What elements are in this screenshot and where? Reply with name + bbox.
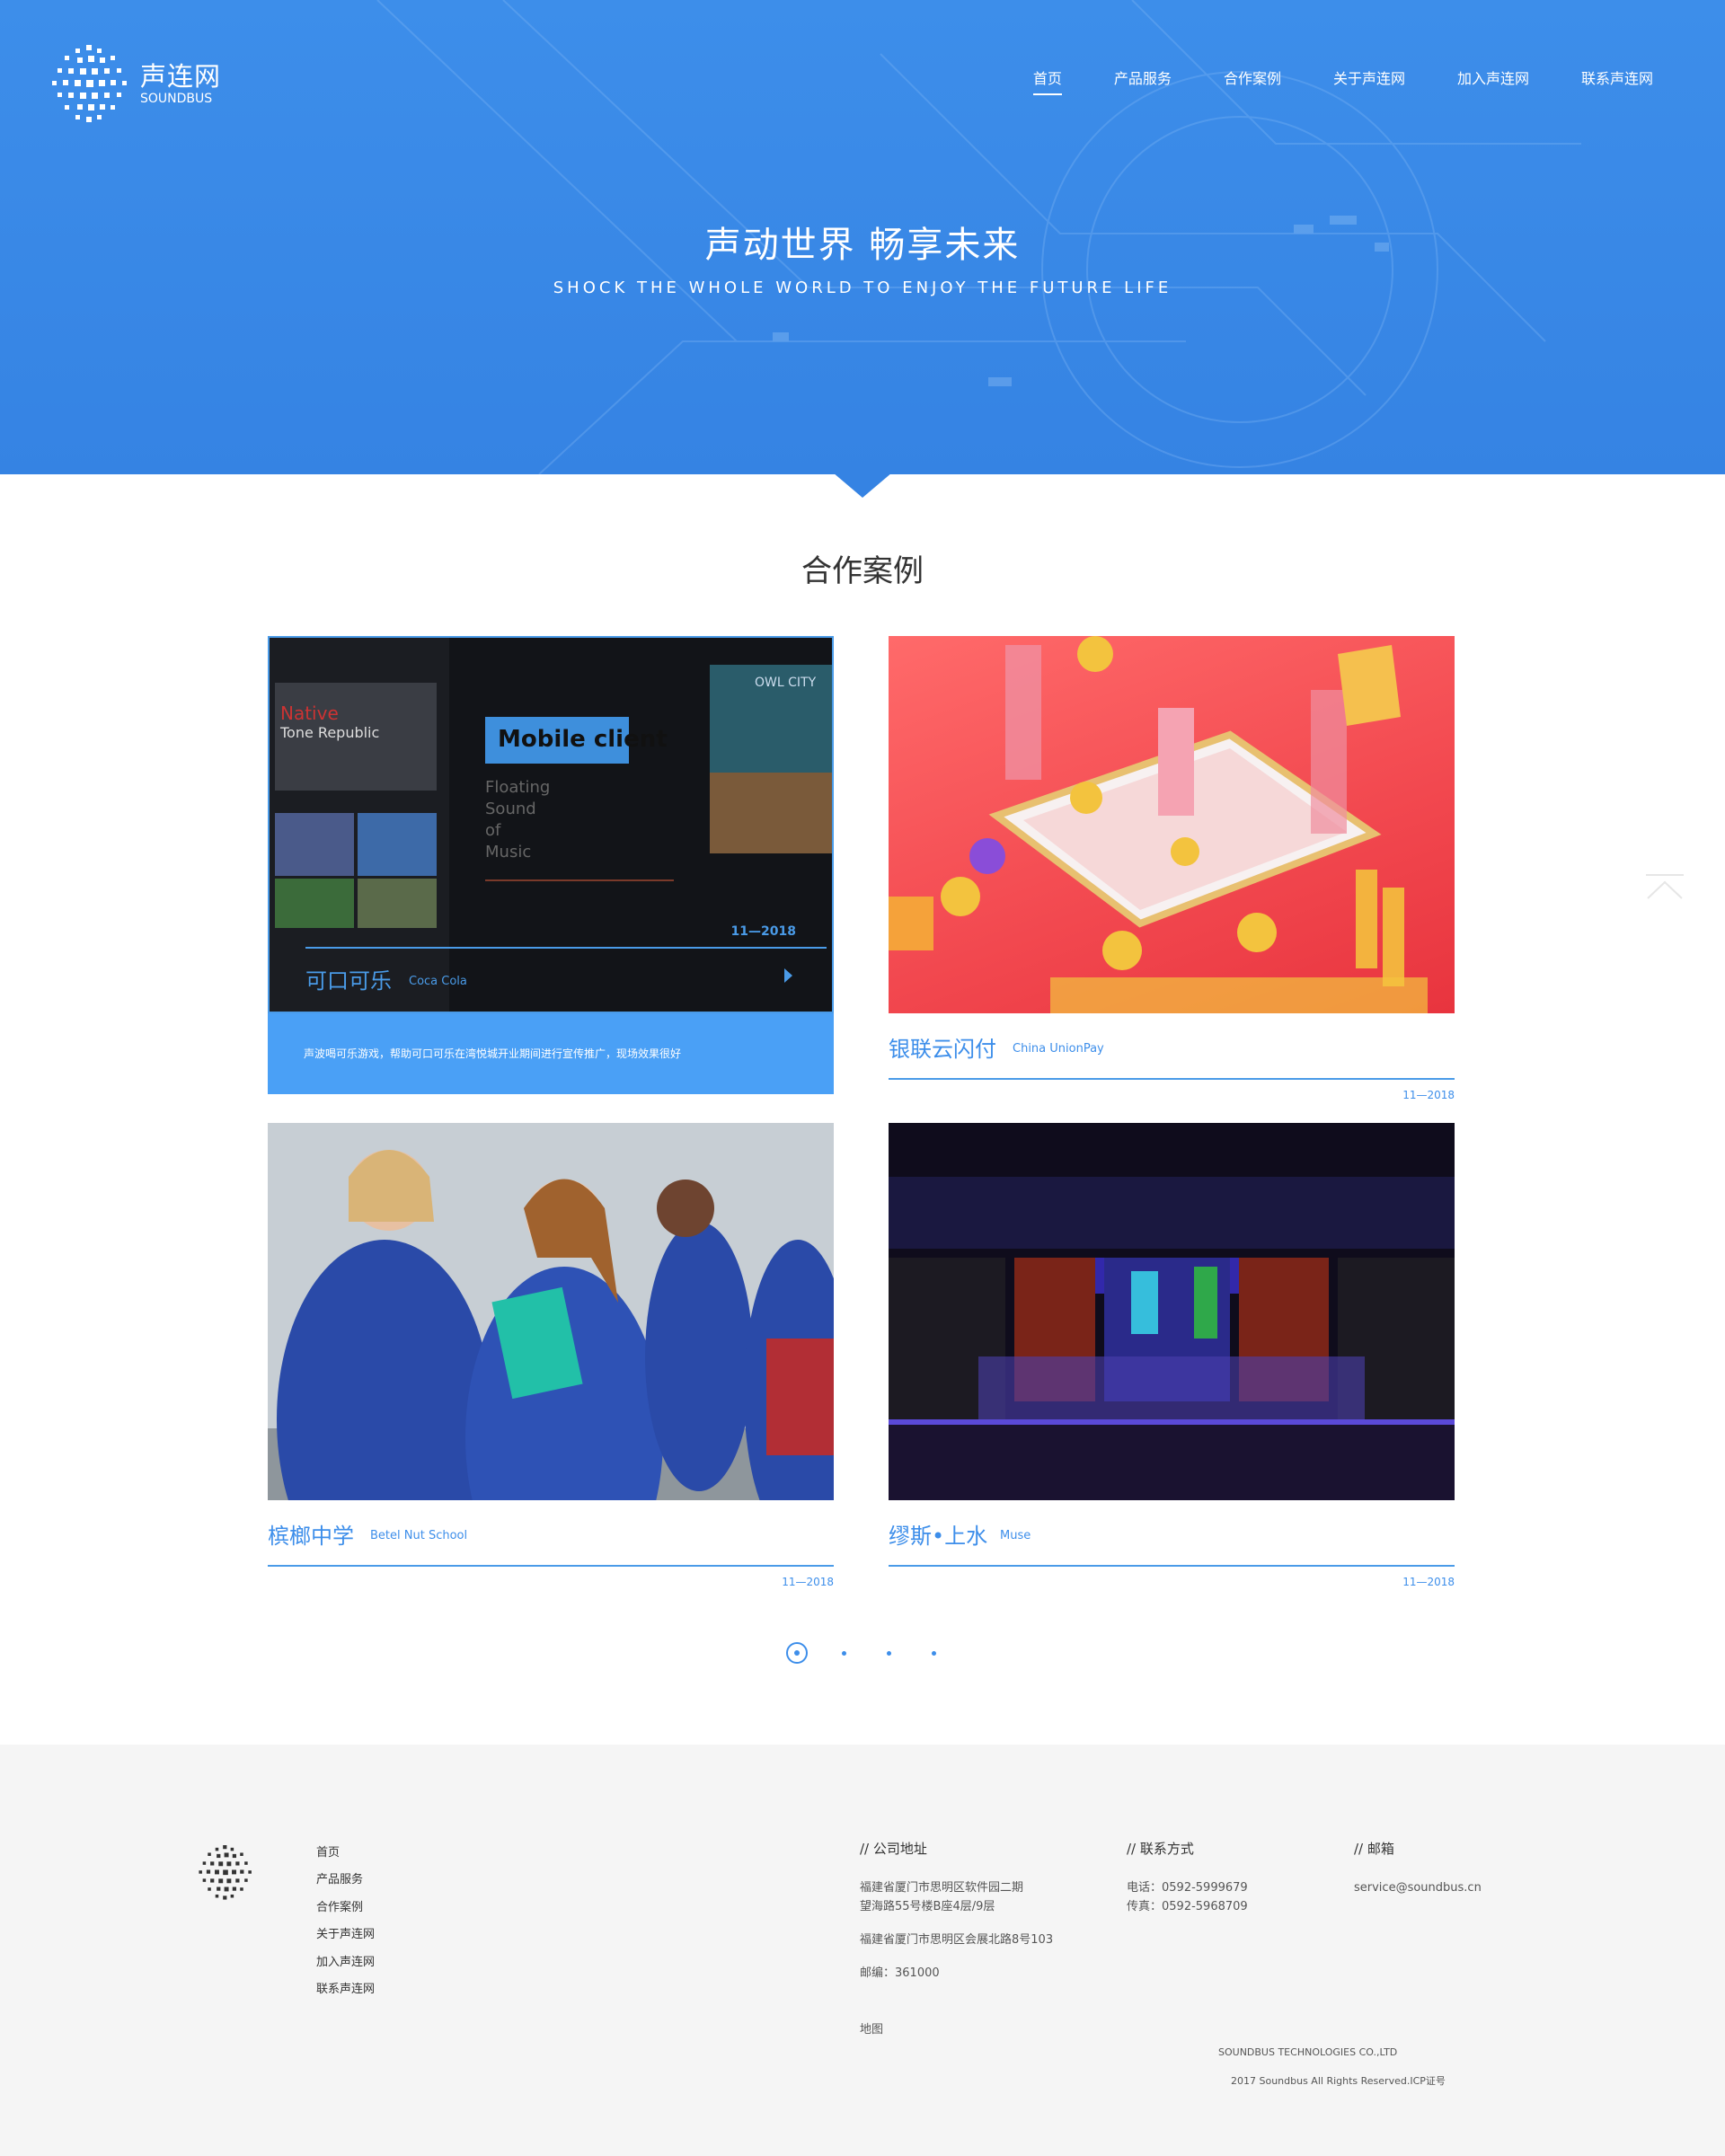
- pagination-dot-1[interactable]: [786, 1642, 808, 1664]
- hero-pointer-arrow: [833, 473, 892, 498]
- nav-item-cases[interactable]: 合作案例: [1224, 66, 1281, 88]
- footer-contact-heading: // 联系方式: [1127, 1841, 1194, 1857]
- postcode: 邮编：361000: [860, 1966, 940, 1980]
- footer-email-heading: // 邮箱: [1354, 1841, 1394, 1857]
- bar-photo-illustration: [889, 1123, 1455, 1500]
- phone-number: 电话：0592-5999679: [1127, 1881, 1248, 1895]
- students-photo-illustration: [268, 1123, 834, 1500]
- copyright: 2017 Soundbus All Rights Reserved.ICP证号: [1231, 2075, 1446, 2087]
- isometric-phone-illustration: [889, 636, 1428, 1013]
- email-address[interactable]: service@soundbus.cn: [1354, 1878, 1482, 1897]
- soundbus-logo-icon: [52, 45, 127, 122]
- case-image-school: [268, 1123, 834, 1500]
- case-description: 声波喝可乐游戏，帮助可口可乐在湾悦城开业期间进行宣传推广，现场效果很好: [268, 1013, 834, 1094]
- case-caption: 银联云闪付 China UnionPay 11—2018: [889, 1013, 1455, 1101]
- main-nav: 首页 产品服务 合作案例 关于声连网 加入声连网 联系声连网: [981, 66, 1653, 95]
- case-name-en: Muse: [1000, 1529, 1031, 1542]
- owl-city-title: OWL CITY: [755, 676, 817, 690]
- mobile-client-illustration: [270, 638, 832, 1012]
- case-name-cn: 槟榔中学: [268, 1524, 354, 1549]
- app-subtitle: Tone Republic: [280, 724, 380, 741]
- floating-text: Floating Sound of Music: [485, 778, 551, 862]
- case-name-en: China UnionPay: [1013, 1042, 1104, 1056]
- nav-item-join[interactable]: 加入声连网: [1457, 66, 1529, 88]
- case-card-betel-nut-school[interactable]: 槟榔中学 Betel Nut School 11—2018: [268, 1123, 834, 1588]
- hero-banner: 声连网 SOUNDBUS 首页 产品服务 合作案例 关于声连网 加入声连网 联系…: [0, 0, 1725, 474]
- footer-nav: 首页 产品服务 合作案例 关于声连网 加入声连网 联系声连网: [316, 1840, 375, 2003]
- case-image-coca-cola: Mobile client Floating Sound of Music Na…: [268, 636, 834, 1013]
- back-to-top-button[interactable]: [1644, 873, 1685, 902]
- case-image-unionpay: [889, 636, 1455, 1013]
- case-card-coca-cola[interactable]: Mobile client Floating Sound of Music Na…: [268, 636, 834, 1094]
- case-caption: 缪斯•上水 Muse 11—2018: [889, 1500, 1455, 1588]
- pagination-dot-3[interactable]: [887, 1650, 891, 1656]
- case-image-muse-bar: [889, 1123, 1455, 1500]
- mobile-client-label: Mobile client: [498, 726, 668, 753]
- case-name-en: Coca Cola: [409, 975, 467, 988]
- map-link[interactable]: 地图: [860, 2019, 883, 2037]
- address-line-1: 福建省厦门市思明区软件园二期: [860, 1881, 1024, 1895]
- footer-link-products[interactable]: 产品服务: [316, 1867, 375, 1894]
- soundbus-logo-icon: [199, 1845, 252, 1900]
- footer-logo[interactable]: [198, 1845, 253, 1904]
- case-date: 11—2018: [782, 1576, 834, 1588]
- nav-item-products[interactable]: 产品服务: [1114, 66, 1172, 88]
- arrow-right-icon[interactable]: [784, 968, 792, 983]
- footer-link-about[interactable]: 关于声连网: [316, 1922, 375, 1948]
- case-date: 11—2018: [730, 924, 796, 939]
- address-line-2: 望海路55号楼B座4层/9层: [860, 1900, 995, 1913]
- nav-item-about[interactable]: 关于声连网: [1333, 66, 1405, 88]
- brand-logo[interactable]: 声连网 SOUNDBUS: [50, 45, 221, 124]
- fax-number: 传真：0592-5968709: [1127, 1900, 1248, 1913]
- nav-item-contact[interactable]: 联系声连网: [1581, 66, 1653, 88]
- case-name-cn: 缪斯•上水: [889, 1524, 988, 1549]
- nav-item-home[interactable]: 首页: [1032, 66, 1062, 95]
- case-card-muse[interactable]: 缪斯•上水 Muse 11—2018: [889, 1123, 1455, 1588]
- pagination-dots: [786, 1642, 977, 1664]
- case-name-cn: 银联云闪付: [889, 1037, 996, 1062]
- brand-name-cn: 声连网: [140, 61, 222, 92]
- case-divider: [889, 1565, 1455, 1567]
- footer-email: // 邮箱 service@soundbus.cn: [1354, 1840, 1482, 1897]
- case-caption: 槟榔中学 Betel Nut School 11—2018: [268, 1500, 834, 1588]
- case-divider: [889, 1078, 1455, 1080]
- footer-link-contact[interactable]: 联系声连网: [316, 1976, 375, 2003]
- footer-contact: // 联系方式 电话：0592-5999679 传真：0592-5968709: [1127, 1840, 1248, 1916]
- footer-address: // 公司地址 福建省厦门市思明区软件园二期 望海路55号楼B座4层/9层 福建…: [860, 1840, 1053, 1983]
- pagination-dot-4[interactable]: [932, 1650, 936, 1656]
- case-date: 11—2018: [1402, 1576, 1455, 1588]
- hero-title: 声动世界 畅享未来: [704, 225, 1021, 266]
- case-divider: [268, 1565, 834, 1567]
- case-name-cn: 可口可乐: [305, 968, 392, 994]
- case-divider: [305, 947, 827, 949]
- hero-subtitle: SHOCK THE WHOLE WORLD TO ENJOY THE FUTUR…: [553, 278, 1172, 297]
- case-date: 11—2018: [1402, 1089, 1455, 1101]
- footer-address-heading: // 公司地址: [860, 1841, 927, 1857]
- section-title: 合作案例: [801, 553, 924, 589]
- case-name-en: Betel Nut School: [370, 1529, 468, 1542]
- pagination-dot-2[interactable]: [842, 1650, 846, 1656]
- brand-name-en: SOUNDBUS: [140, 92, 213, 106]
- app-title: Native: [280, 702, 339, 724]
- footer-link-home[interactable]: 首页: [316, 1840, 375, 1867]
- footer-link-join[interactable]: 加入声连网: [316, 1949, 375, 1976]
- case-card-unionpay[interactable]: 银联云闪付 China UnionPay 11—2018: [889, 636, 1455, 1101]
- footer-link-cases[interactable]: 合作案例: [316, 1895, 375, 1922]
- company-name: SOUNDBUS TECHNOLOGIES CO.,LTD: [1218, 2046, 1398, 2058]
- address-line-3: 福建省厦门市思明区会展北路8号103: [860, 1933, 1054, 1947]
- chevron-up-icon: [1646, 874, 1684, 899]
